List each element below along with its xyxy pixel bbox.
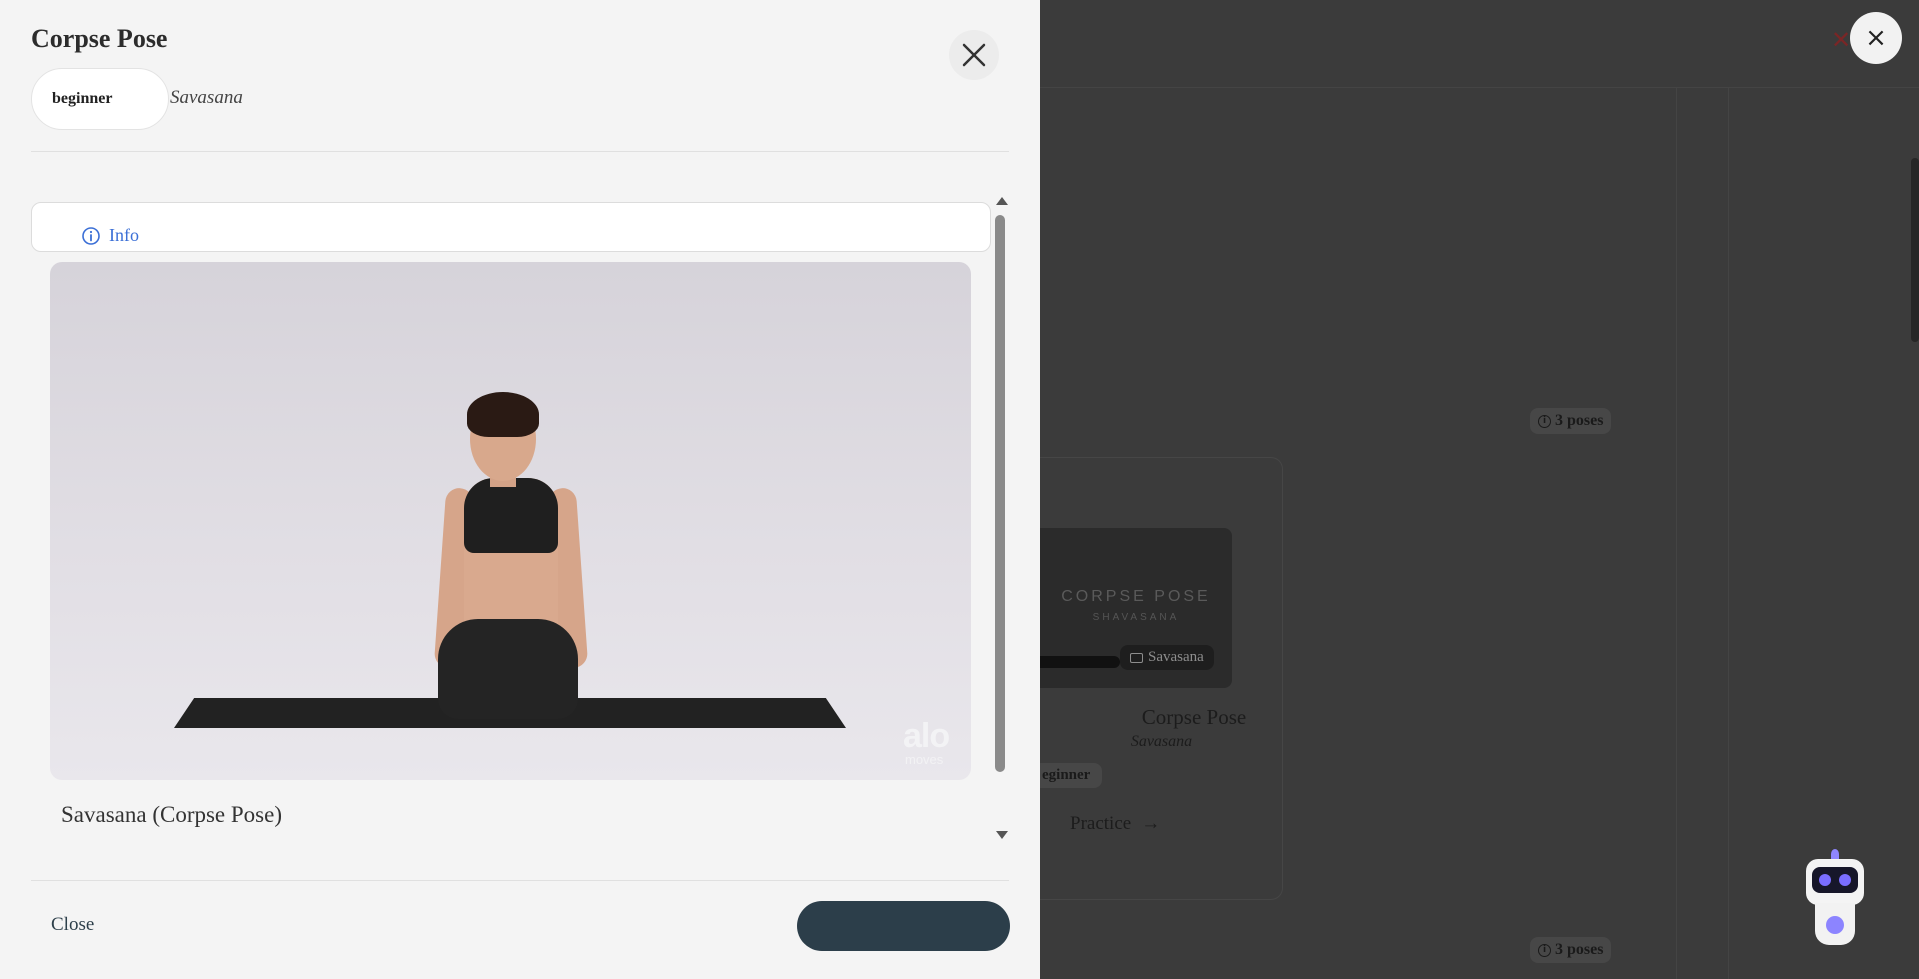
- info-icon: i: [1538, 943, 1551, 957]
- pose-count-badge: i 3 poses: [1530, 937, 1612, 963]
- close-overlay-button[interactable]: ×: [1850, 12, 1902, 64]
- video-caption: Savasana (Corpse Pose): [61, 802, 283, 827]
- divider: [1676, 88, 1677, 979]
- brand-logo-sub: moves: [905, 752, 944, 767]
- pose-count-badge: i 3 poses: [1530, 408, 1612, 434]
- close-button[interactable]: Close: [51, 914, 94, 936]
- video-chip: Savasana: [1120, 645, 1214, 670]
- chatbot-launcher[interactable]: [1802, 849, 1868, 947]
- brand-logo: alo: [903, 717, 950, 755]
- divider: [1728, 88, 1729, 979]
- level-badge: beginner: [31, 68, 169, 130]
- divider: [31, 151, 1009, 152]
- robot-eye: [1839, 874, 1851, 886]
- info-icon: [82, 226, 100, 245]
- arrow-right-icon: →: [1141, 813, 1161, 834]
- panel-scrollbar[interactable]: [992, 195, 1009, 841]
- close-panel-button[interactable]: [949, 30, 999, 80]
- pose-thumbnail[interactable]: CORPSE POSE SHAVASANA Savasana: [1040, 528, 1232, 688]
- robot-eye: [1819, 874, 1831, 886]
- card-title: Corpse Pose: [1141, 705, 1247, 729]
- background-topbar: [1040, 0, 1919, 88]
- level-badge: eginner: [1030, 763, 1103, 788]
- pose-video[interactable]: alo moves: [50, 262, 971, 780]
- divider: [31, 880, 1009, 881]
- close-icon: [962, 43, 986, 67]
- tab-bar: [31, 202, 991, 252]
- pose-card[interactable]: CORPSE POSE SHAVASANA Savasana Corpse Po…: [1030, 457, 1283, 900]
- scroll-thumb[interactable]: [995, 215, 1005, 772]
- person-top: [464, 478, 558, 553]
- scroll-up-icon[interactable]: [996, 197, 1008, 205]
- tab-info[interactable]: Info: [81, 225, 139, 246]
- close-icon: ×: [1865, 23, 1887, 53]
- brush-stroke: [1040, 656, 1120, 668]
- sanskrit-name: Savasana: [170, 87, 243, 108]
- person-hair: [467, 392, 539, 437]
- pose-detail-panel: Corpse Pose beginner Savasana Info alo m…: [0, 0, 1040, 979]
- primary-action-button[interactable]: [797, 901, 1010, 951]
- page-scrollbar[interactable]: [1911, 158, 1919, 342]
- panel-content: Info alo moves Savasana (Corpse Pose): [31, 195, 1009, 841]
- person-legs: [438, 619, 578, 719]
- robot-antenna: [1831, 849, 1839, 859]
- panel-title: Corpse Pose: [31, 24, 168, 53]
- card-sanskrit: Savasana: [1130, 733, 1193, 750]
- close-icon: ✕: [1831, 26, 1852, 54]
- practice-link[interactable]: Practice →: [1070, 813, 1160, 835]
- background-page: i 3 poses CORPSE POSE SHAVASANA Savasana…: [1030, 0, 1919, 979]
- scroll-down-icon[interactable]: [996, 831, 1008, 839]
- info-icon: i: [1538, 414, 1551, 428]
- robot-dot: [1826, 916, 1844, 934]
- video-icon: [1130, 652, 1143, 663]
